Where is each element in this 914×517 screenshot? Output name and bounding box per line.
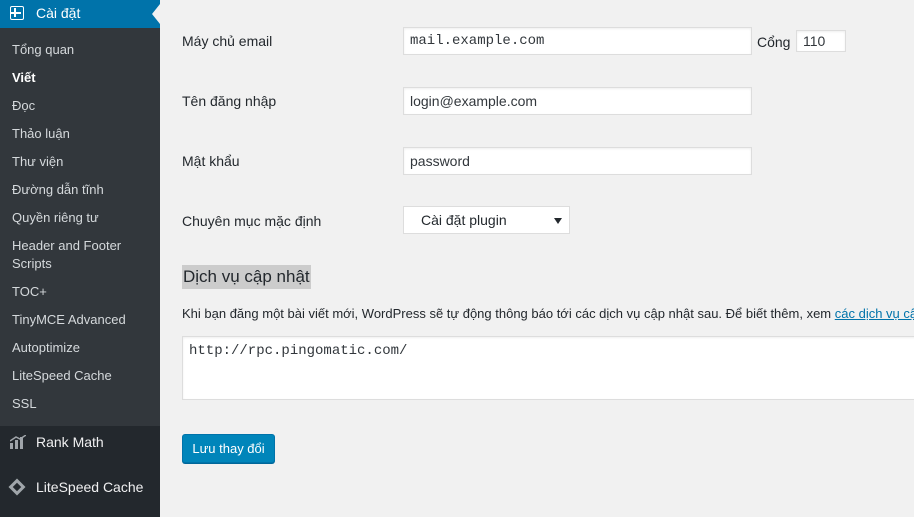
mail-server-input[interactable]: mail.example.com	[403, 27, 752, 55]
sidebar-item-label: LiteSpeed Cache	[36, 479, 144, 495]
port-input[interactable]: 110	[796, 30, 846, 52]
update-services-textarea[interactable]: http://rpc.pingomatic.com/	[182, 336, 914, 400]
rank-math-icon	[10, 435, 26, 449]
submenu-item-privacy[interactable]: Quyền riêng tư	[12, 209, 152, 227]
chevron-down-icon	[554, 218, 562, 224]
default-category-value: Cài đặt plugin	[421, 212, 507, 228]
submenu-item-litespeed[interactable]: LiteSpeed Cache	[12, 367, 152, 385]
update-services-description: Khi bạn đăng một bài viết mới, WordPress…	[182, 306, 914, 321]
submenu-item-toc[interactable]: TOC+	[12, 283, 152, 301]
save-changes-button[interactable]: Lưu thay đổi	[182, 434, 275, 463]
submenu-item-autoptimize[interactable]: Autoptimize	[12, 339, 152, 357]
admin-sidebar: Cài đặt Tổng quan Viết Đọc Thảo luận Thư…	[0, 0, 160, 517]
submenu-item-ssl[interactable]: SSL	[12, 395, 152, 413]
password-input[interactable]: password	[403, 147, 752, 175]
submenu-item-permalinks[interactable]: Đường dẫn tĩnh	[12, 181, 152, 199]
description-text: Khi bạn đăng một bài viết mới, WordPress…	[182, 306, 835, 321]
sidebar-item-rank-math[interactable]: Rank Math	[0, 424, 160, 464]
default-category-label: Chuyên mục mặc định	[182, 213, 322, 229]
sidebar-item-label: Rank Math	[36, 434, 104, 450]
update-services-link[interactable]: các dịch vụ cập nhật	[835, 306, 914, 321]
settings-icon	[10, 6, 24, 20]
submenu-item-general[interactable]: Tổng quan	[12, 41, 152, 59]
submenu-item-reading[interactable]: Đọc	[12, 97, 152, 115]
settings-submenu: Tổng quan Viết Đọc Thảo luận Thư viện Đư…	[0, 28, 160, 426]
username-input[interactable]: login@example.com	[403, 87, 752, 115]
submenu-item-writing[interactable]: Viết	[12, 69, 152, 87]
submenu-item-discussion[interactable]: Thảo luận	[12, 125, 152, 143]
update-services-heading: Dịch vụ cập nhật	[182, 265, 311, 289]
litespeed-icon	[8, 478, 26, 496]
sidebar-item-label: Cài đặt	[36, 5, 81, 21]
settings-content: Máy chủ email mail.example.com Cổng 110 …	[160, 0, 914, 517]
submenu-item-tinymce[interactable]: TinyMCE Advanced	[12, 311, 152, 329]
sidebar-item-litespeed-cache[interactable]: LiteSpeed Cache	[0, 469, 160, 509]
password-label: Mật khẩu	[182, 153, 240, 169]
username-label: Tên đăng nhập	[182, 93, 277, 109]
sidebar-item-settings[interactable]: Cài đặt	[0, 0, 160, 28]
port-label: Cổng	[757, 34, 791, 50]
current-menu-arrow	[152, 4, 160, 24]
submenu-item-header-footer[interactable]: Header and Footer Scripts	[12, 237, 152, 273]
submenu-item-media[interactable]: Thư viện	[12, 153, 152, 171]
default-category-select[interactable]: Cài đặt plugin	[403, 206, 570, 234]
mail-server-label: Máy chủ email	[182, 33, 273, 49]
